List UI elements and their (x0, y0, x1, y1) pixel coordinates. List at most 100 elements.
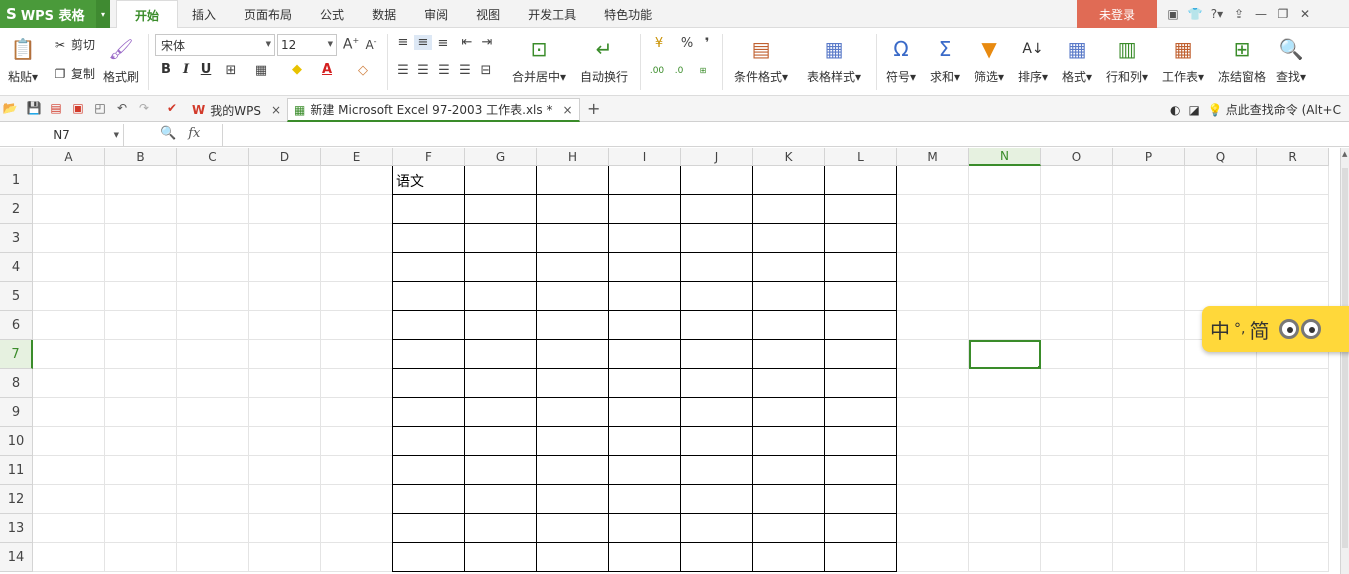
cell-e12[interactable] (321, 485, 393, 514)
thousands-button[interactable]: ❜ (698, 36, 716, 51)
cell-k5[interactable] (753, 282, 825, 311)
ime-mode[interactable]: 中 (1210, 315, 1230, 344)
cell-n6[interactable] (969, 311, 1041, 340)
font-size-select[interactable]: 12 ▼ (277, 34, 337, 56)
cell-d10[interactable] (249, 427, 321, 456)
column-header-q[interactable]: Q (1185, 148, 1257, 166)
shirt-icon[interactable]: 👕 (1184, 7, 1206, 21)
cell-m14[interactable] (897, 543, 969, 572)
filter-button[interactable]: ▼ 筛选▾ (974, 32, 1004, 85)
increase-indent-icon[interactable]: ⇥ (478, 35, 496, 50)
cell-e10[interactable] (321, 427, 393, 456)
formula-input[interactable] (222, 124, 1349, 146)
row-header-9[interactable]: 9 (0, 398, 33, 427)
cell-c5[interactable] (177, 282, 249, 311)
cell-o3[interactable] (1041, 224, 1113, 253)
cell-g1[interactable] (465, 166, 537, 195)
cell-f8[interactable] (392, 369, 465, 398)
cell-r3[interactable] (1257, 224, 1329, 253)
ime-script[interactable]: 简 (1249, 315, 1269, 344)
cell-b12[interactable] (105, 485, 177, 514)
cell-h3[interactable] (537, 224, 609, 253)
cell-m9[interactable] (897, 398, 969, 427)
cell-h13[interactable] (537, 514, 609, 543)
cell-f10[interactable] (392, 427, 465, 456)
percent-button[interactable]: % (678, 36, 696, 51)
cell-j5[interactable] (681, 282, 753, 311)
cell-j14[interactable] (681, 543, 753, 572)
tab-data[interactable]: 数据 (358, 0, 410, 28)
cell-f9[interactable] (392, 398, 465, 427)
cell-r1[interactable] (1257, 166, 1329, 195)
cell-m13[interactable] (897, 514, 969, 543)
cell-i7[interactable] (609, 340, 681, 369)
cell-n13[interactable] (969, 514, 1041, 543)
underline-button[interactable]: U (197, 62, 215, 77)
cell-d3[interactable] (249, 224, 321, 253)
cell-n9[interactable] (969, 398, 1041, 427)
clear-format-icon[interactable]: ◇ (354, 63, 372, 78)
cell-a12[interactable] (33, 485, 105, 514)
cell-p7[interactable] (1113, 340, 1185, 369)
row-header-13[interactable]: 13 (0, 514, 33, 543)
cell-g4[interactable] (465, 253, 537, 282)
cell-l4[interactable] (825, 253, 897, 282)
close-tab-icon[interactable]: × (271, 103, 281, 117)
cell-n12[interactable] (969, 485, 1041, 514)
cell-r14[interactable] (1257, 543, 1329, 572)
cell-b1[interactable] (105, 166, 177, 195)
cell-c1[interactable] (177, 166, 249, 195)
export-pdf-icon[interactable]: ▤ (46, 101, 66, 115)
cell-a3[interactable] (33, 224, 105, 253)
cell-c6[interactable] (177, 311, 249, 340)
cell-o6[interactable] (1041, 311, 1113, 340)
cell-a7[interactable] (33, 340, 105, 369)
cell-p13[interactable] (1113, 514, 1185, 543)
format-painter-button[interactable]: 🖌 格式刷 (103, 32, 139, 85)
cell-e8[interactable] (321, 369, 393, 398)
wrap-text-button[interactable]: ↵ 自动换行 (580, 32, 628, 85)
cell-p11[interactable] (1113, 456, 1185, 485)
cell-g13[interactable] (465, 514, 537, 543)
skin-icon[interactable]: ▣ (1162, 7, 1184, 21)
bold-button[interactable]: B (157, 62, 175, 77)
grow-font-icon[interactable]: A+ (342, 36, 360, 53)
cell-f3[interactable] (392, 224, 465, 253)
cell-f14[interactable] (392, 543, 465, 572)
cell-n3[interactable] (969, 224, 1041, 253)
cell-q12[interactable] (1185, 485, 1257, 514)
tab-page-layout[interactable]: 页面布局 (230, 0, 306, 28)
row-header-7[interactable]: 7 (0, 340, 33, 369)
app-menu-button[interactable]: S WPS 表格 (0, 0, 96, 28)
cell-d13[interactable] (249, 514, 321, 543)
cell-f11[interactable] (392, 456, 465, 485)
column-header-a[interactable]: A (33, 148, 105, 166)
cell-r4[interactable] (1257, 253, 1329, 282)
cell-i9[interactable] (609, 398, 681, 427)
cell-e1[interactable] (321, 166, 393, 195)
row-header-5[interactable]: 5 (0, 282, 33, 311)
cut-button[interactable]: ✂ 剪切 (52, 36, 95, 53)
cell-p6[interactable] (1113, 311, 1185, 340)
format-button[interactable]: ▦ 格式▾ (1062, 32, 1092, 85)
cell-i5[interactable] (609, 282, 681, 311)
copy-button[interactable]: ❐ 复制 (52, 65, 95, 82)
tab-review[interactable]: 审阅 (410, 0, 462, 28)
cell-l5[interactable] (825, 282, 897, 311)
cell-j1[interactable] (681, 166, 753, 195)
customize-toolbar-icon[interactable]: ✔ (162, 101, 182, 115)
cell-r13[interactable] (1257, 514, 1329, 543)
column-header-b[interactable]: B (105, 148, 177, 166)
cell-n7[interactable] (969, 340, 1041, 369)
row-header-8[interactable]: 8 (0, 369, 33, 398)
column-header-c[interactable]: C (177, 148, 249, 166)
cell-o11[interactable] (1041, 456, 1113, 485)
cell-l3[interactable] (825, 224, 897, 253)
cell-m12[interactable] (897, 485, 969, 514)
cell-a6[interactable] (33, 311, 105, 340)
cell-k12[interactable] (753, 485, 825, 514)
cell-h2[interactable] (537, 195, 609, 224)
cell-d12[interactable] (249, 485, 321, 514)
cell-r11[interactable] (1257, 456, 1329, 485)
cell-n11[interactable] (969, 456, 1041, 485)
